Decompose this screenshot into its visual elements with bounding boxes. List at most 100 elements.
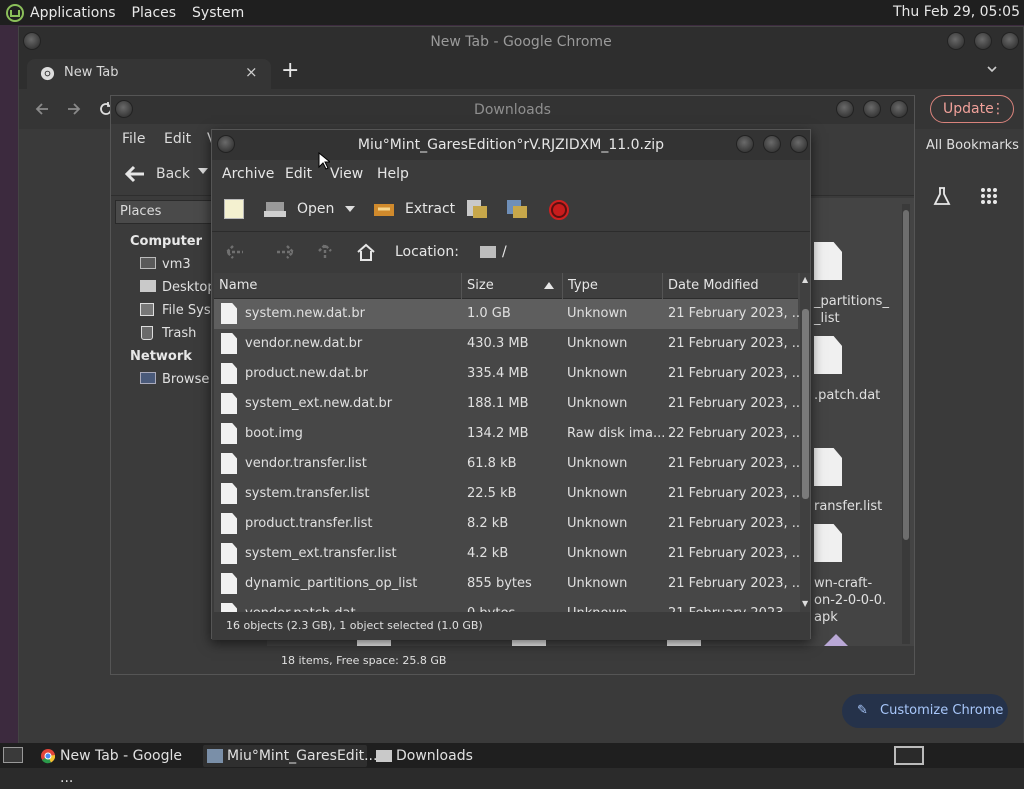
scrollbar-thumb[interactable] bbox=[903, 210, 909, 540]
forward-arrow-icon[interactable] bbox=[274, 243, 296, 261]
window-menu-button[interactable] bbox=[217, 135, 235, 153]
tab-new-tab[interactable]: New Tab × bbox=[27, 59, 271, 89]
scroll-down-icon[interactable]: ▼ bbox=[802, 599, 808, 608]
archive-manager-window: Miu°Mint_GaresEdition°rV.RJZIDXM_11.0.zi… bbox=[211, 129, 811, 640]
table-row[interactable]: system_ext.new.dat.br 188.1 MB Unknown 21 F… bbox=[214, 389, 804, 419]
close-button[interactable] bbox=[890, 100, 908, 118]
window-menu-button[interactable] bbox=[23, 32, 41, 50]
extract-button[interactable]: Extract bbox=[405, 201, 455, 217]
column-name[interactable]: Name bbox=[214, 273, 462, 299]
sidebar-item-trash[interactable]: Trash bbox=[162, 326, 196, 341]
open-dropdown-icon[interactable] bbox=[345, 206, 355, 213]
file-label[interactable]: ransfer.list bbox=[814, 499, 882, 514]
downloads-scrollbar[interactable] bbox=[902, 204, 910, 644]
minimize-button[interactable] bbox=[736, 135, 754, 153]
chevron-down-icon[interactable] bbox=[986, 63, 998, 75]
applications-menu[interactable]: Applications bbox=[30, 5, 116, 21]
up-arrow-icon[interactable] bbox=[316, 242, 334, 262]
mint-menu-icon[interactable] bbox=[6, 3, 24, 22]
minimize-button[interactable] bbox=[836, 100, 854, 118]
archive-file-list[interactable]: Name Size Type Date Modified system.new.… bbox=[214, 273, 810, 612]
customize-chrome-button[interactable]: ✎ Customize Chrome bbox=[842, 694, 1008, 728]
table-row[interactable]: system_ext.transfer.list 4.2 kB Unknown 21 … bbox=[214, 539, 804, 569]
apps-grid-icon[interactable] bbox=[980, 187, 998, 205]
system-menu[interactable]: System bbox=[192, 5, 244, 21]
table-row[interactable]: vendor.new.dat.br 430.3 MB Unknown 21 Febru… bbox=[214, 329, 804, 359]
file-label[interactable]: wn-craft- bbox=[814, 576, 872, 591]
table-row[interactable]: system.transfer.list 22.5 kB Unknown 21 Feb… bbox=[214, 479, 804, 509]
table-row[interactable]: product.transfer.list 8.2 kB Unknown 21 Feb… bbox=[214, 509, 804, 539]
file-icon[interactable] bbox=[814, 448, 842, 486]
maximize-button[interactable] bbox=[763, 135, 781, 153]
open-button[interactable]: Open bbox=[297, 201, 334, 217]
forward-arrow-icon[interactable] bbox=[65, 100, 83, 118]
file-list-scrollbar[interactable]: ▲ ▼ bbox=[800, 273, 810, 612]
table-row[interactable]: boot.img 134.2 MB Raw disk ima... 22 Februa… bbox=[214, 419, 804, 449]
labs-flask-icon[interactable] bbox=[931, 185, 953, 207]
sidebar-item-filesystem[interactable]: File Syst bbox=[162, 303, 216, 318]
sidebar-item-desktop[interactable]: Desktop bbox=[162, 280, 216, 295]
close-button[interactable] bbox=[790, 135, 808, 153]
close-tab-icon[interactable]: × bbox=[245, 63, 258, 81]
file-icon[interactable] bbox=[814, 336, 842, 374]
file-menu[interactable]: File bbox=[122, 131, 145, 147]
scrollbar-thumb[interactable] bbox=[802, 309, 809, 499]
table-row[interactable]: product.new.dat.br 335.4 MB Unknown 21 Febr… bbox=[214, 359, 804, 389]
maximize-button[interactable] bbox=[974, 32, 992, 50]
taskbar-item-archive[interactable]: Miu°Mint_GaresEdit... bbox=[203, 745, 377, 767]
archive-menu[interactable]: Archive bbox=[222, 166, 274, 182]
back-dropdown-icon[interactable] bbox=[198, 168, 208, 176]
file-label[interactable]: _partitions_ bbox=[814, 294, 889, 309]
update-button[interactable]: Update ⋮ bbox=[930, 95, 1014, 123]
clock[interactable]: Thu Feb 29, 05:05 bbox=[893, 4, 1020, 20]
file-icon[interactable] bbox=[814, 524, 842, 562]
file-type: Unknown bbox=[567, 576, 628, 591]
add-folder-icon[interactable] bbox=[505, 198, 529, 220]
chrome-titlebar[interactable]: New Tab - Google Chrome bbox=[19, 27, 1023, 57]
maximize-button[interactable] bbox=[863, 100, 881, 118]
downloads-titlebar[interactable]: Downloads bbox=[111, 96, 914, 124]
places-menu[interactable]: Places bbox=[132, 5, 177, 21]
file-icon bbox=[221, 453, 237, 474]
file-date: 21 February 2023, ... bbox=[668, 306, 805, 321]
file-icon[interactable] bbox=[814, 242, 842, 280]
back-arrow-icon[interactable] bbox=[33, 100, 51, 118]
taskbar-item-downloads[interactable]: Downloads bbox=[372, 745, 492, 767]
stop-icon[interactable] bbox=[549, 200, 569, 220]
all-bookmarks-link[interactable]: All Bookmarks bbox=[926, 138, 1019, 153]
scroll-up-icon[interactable]: ▲ bbox=[802, 275, 808, 284]
table-row[interactable]: vendor.patch.dat0 bytesUnknown21 Februar… bbox=[214, 599, 804, 612]
file-label[interactable]: on-2-0-0-0. bbox=[814, 593, 886, 608]
new-archive-icon[interactable] bbox=[224, 199, 244, 219]
new-tab-icon[interactable]: + bbox=[281, 58, 299, 83]
back-icon[interactable] bbox=[124, 164, 146, 184]
taskbar-item-chrome[interactable]: New Tab - Google ... bbox=[36, 745, 194, 786]
view-menu[interactable]: View bbox=[330, 166, 363, 182]
close-button[interactable] bbox=[1001, 32, 1019, 50]
edit-menu[interactable]: Edit bbox=[164, 131, 191, 147]
sidebar-item-vm3[interactable]: vm3 bbox=[162, 257, 191, 272]
table-row[interactable]: vendor.transfer.list 61.8 kB Unknown 21 Feb… bbox=[214, 449, 804, 479]
window-menu-button[interactable] bbox=[115, 100, 133, 118]
home-icon[interactable] bbox=[356, 242, 376, 262]
add-files-icon[interactable] bbox=[465, 198, 489, 220]
file-label[interactable]: apk bbox=[814, 610, 838, 625]
table-row[interactable]: system.new.dat.br 1.0 GB Unknown 21 Februar… bbox=[214, 299, 804, 329]
column-type[interactable]: Type bbox=[563, 273, 663, 299]
edit-menu[interactable]: Edit bbox=[285, 166, 312, 182]
file-label[interactable]: .patch.dat bbox=[814, 388, 880, 403]
back-button[interactable]: Back bbox=[156, 166, 190, 182]
open-icon[interactable] bbox=[264, 200, 288, 218]
column-date-modified[interactable]: Date Modified bbox=[663, 273, 798, 299]
minimize-button[interactable] bbox=[947, 32, 965, 50]
show-desktop-icon[interactable] bbox=[3, 747, 23, 763]
table-row[interactable]: dynamic_partitions_op_list 855 bytes Unkno… bbox=[214, 569, 804, 599]
location-path[interactable]: / bbox=[502, 244, 507, 260]
help-menu[interactable]: Help bbox=[377, 166, 409, 182]
workspace-switcher[interactable] bbox=[894, 746, 924, 765]
apk-icon[interactable] bbox=[824, 634, 848, 646]
file-label[interactable]: _list bbox=[814, 311, 840, 326]
archive-titlebar[interactable]: Miu°Mint_GaresEdition°rV.RJZIDXM_11.0.zi… bbox=[212, 130, 810, 160]
back-arrow-icon[interactable] bbox=[224, 243, 246, 261]
extract-icon[interactable] bbox=[372, 200, 396, 218]
